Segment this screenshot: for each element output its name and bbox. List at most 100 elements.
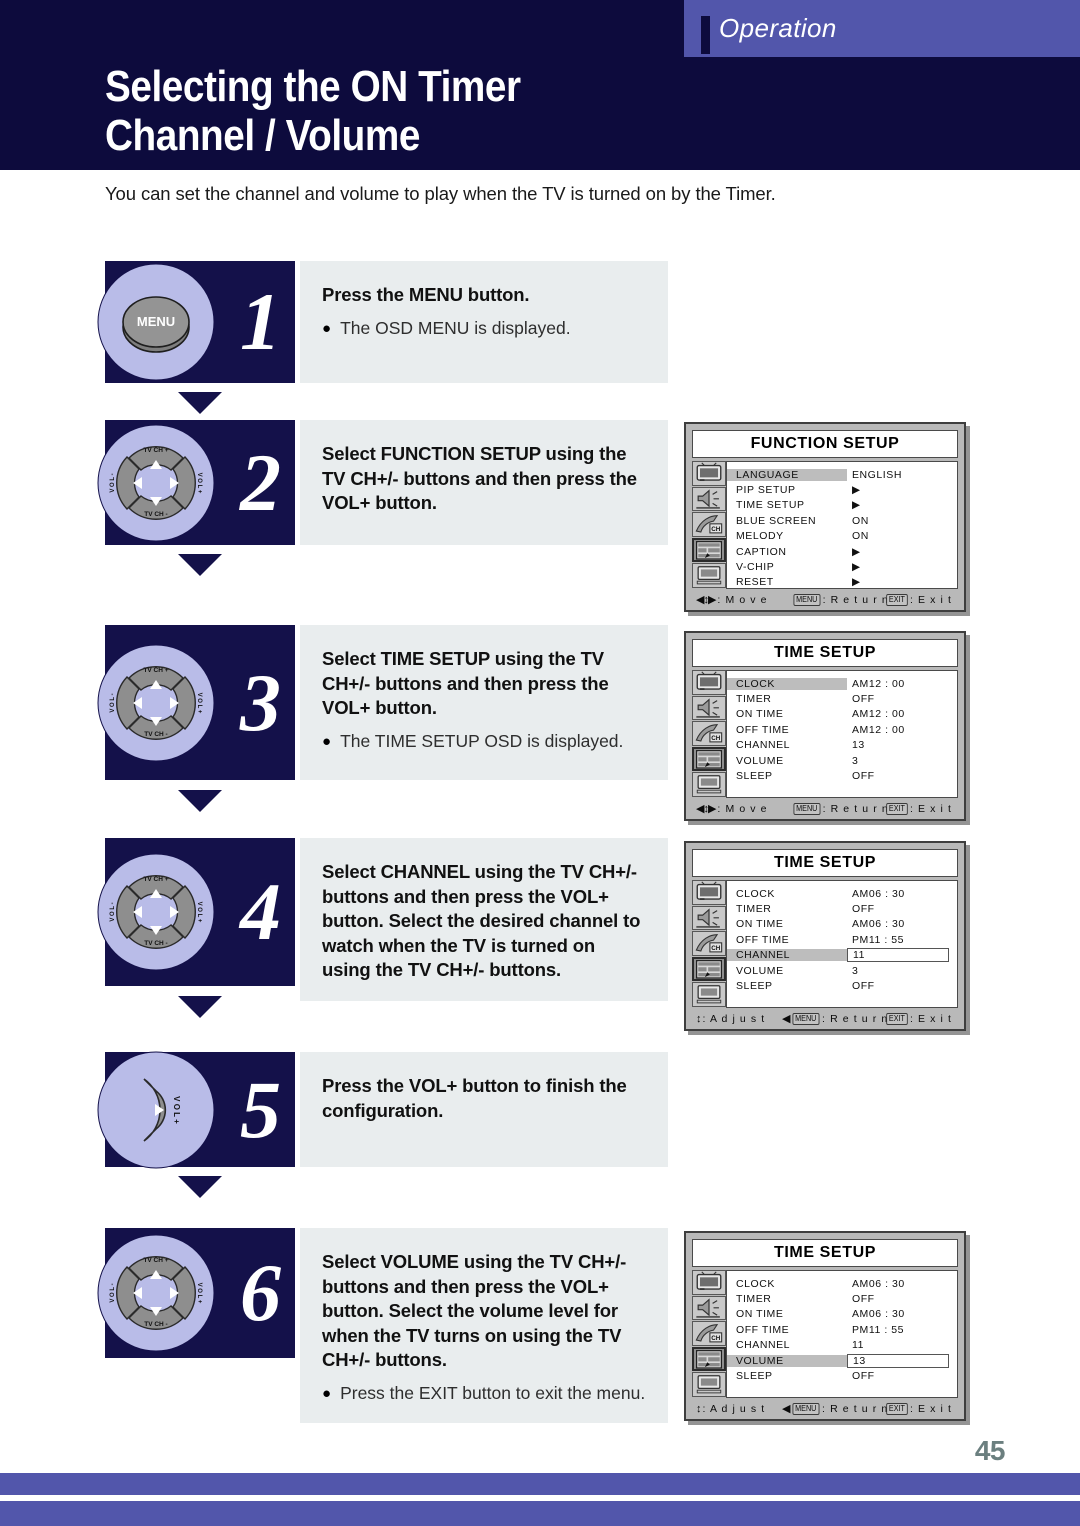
osd-row-value: ON [852,514,869,527]
function-setup-icon[interactable] [692,1346,726,1372]
osd-row-label: CLOCK [736,887,775,900]
step-badge-6: TV CH + TV CH - V O L - V O L + 6 [97,1228,295,1358]
antenna-channel-icon[interactable]: CH [692,1321,726,1346]
osd-row[interactable]: ON TIME AM06 : 30 [727,1307,957,1322]
osd-row[interactable]: OFF TIME AM12 : 00 [727,722,957,737]
osd-row[interactable]: CAPTION ▶ [727,544,957,559]
osd-row-label: CLOCK [736,1277,775,1290]
osd-row-label: OFF TIME [736,933,790,946]
osd-row[interactable]: VOLUME 3 [727,753,957,768]
dpad-knob-icon[interactable]: TV CH + TV CH - V O L - V O L + [97,644,215,762]
svg-text:TV CH -: TV CH - [144,1321,167,1328]
step-number-1: 1 [240,276,281,367]
speaker-sound-icon[interactable] [692,486,726,512]
monitor-special-icon[interactable] [692,563,726,588]
svg-text:V O L +: V O L + [196,902,202,923]
speaker-sound-icon[interactable] [692,905,726,931]
step-knob-1[interactable]: MENU [97,263,215,381]
osd-row[interactable]: SLEEP OFF [727,1368,957,1383]
osd-row[interactable]: TIME SETUP ▶ [727,498,957,513]
monitor-special-icon[interactable] [692,982,726,1007]
menu-button-knob-icon[interactable]: MENU [97,263,215,381]
step-knob-2[interactable]: TV CH + TV CH - V O L - V O L + [97,424,215,542]
vol-plus-knob-icon[interactable]: V O L + [97,1051,215,1169]
tv-picture-icon[interactable] [692,670,726,695]
osd-footer-move-label: : A d j u s t [702,1012,766,1025]
svg-text:V O L +: V O L + [172,1096,181,1124]
tv-picture-icon[interactable] [692,1270,726,1295]
step-number-3: 3 [240,656,281,748]
osd-row-label: OFF TIME [736,1323,790,1336]
flow-arrow-4 [178,996,222,1018]
osd-row[interactable]: RESET ▶ [727,575,957,590]
step-bullet: ● The OSD MENU is displayed. [322,317,648,340]
osd-row-value: ▶ [852,545,861,558]
function-setup-icon[interactable] [692,956,726,982]
antenna-channel-icon[interactable]: CH [692,512,726,537]
dpad-knob-icon[interactable]: TV CH + TV CH - V O L - V O L + [97,853,215,971]
osd-row[interactable]: CHANNEL 13 [727,738,957,753]
osd-row[interactable]: CHANNEL 11 [727,1338,957,1353]
step-knob-5[interactable]: V O L + [97,1051,215,1169]
osd-row[interactable]: OFF TIME PM11 : 55 [727,1322,957,1337]
osd-row[interactable]: OFF TIME PM11 : 55 [727,932,957,947]
osd-row[interactable]: TIMER OFF [727,691,957,706]
step-knob-3[interactable]: TV CH + TV CH - V O L - V O L + [97,644,215,762]
osd-footer-exit-label: : E x i t [910,1402,952,1415]
dpad-knob-icon[interactable]: TV CH + TV CH - V O L - V O L + [97,424,215,542]
osd-footer-return-label: : R e t u r n [822,593,889,606]
function-setup-icon[interactable] [692,746,726,772]
speaker-sound-icon[interactable] [692,1295,726,1321]
osd-row[interactable]: ON TIME AM12 : 00 [727,707,957,722]
footer-bar-upper [0,1473,1080,1495]
osd-footer-exit: EXIT : E x i t [885,1012,952,1025]
menu-keycap-icon: MENU [792,1012,820,1025]
osd-footer-move: ↕ : A d j u s t [696,1403,765,1415]
monitor-special-icon[interactable] [692,772,726,797]
osd-row[interactable]: VOLUME 13 [727,1353,957,1368]
osd-row[interactable]: CHANNEL 11 [727,948,957,963]
antenna-channel-icon[interactable]: CH [692,931,726,956]
svg-text:CH: CH [711,526,721,533]
svg-text:TV CH -: TV CH - [144,511,167,518]
osd-row-value: AM12 : 00 [852,723,905,736]
osd-row[interactable]: V-CHIP ▶ [727,559,957,574]
osd-row[interactable]: TIMER OFF [727,901,957,916]
step-bullet-text: The OSD MENU is displayed. [340,317,571,338]
osd-row[interactable]: BLUE SCREEN ON [727,513,957,528]
osd-row[interactable]: CLOCK AM12 : 00 [727,676,957,691]
osd-row-value: OFF [852,693,875,706]
osd-row-value: 13 [852,739,865,752]
osd-row[interactable]: SLEEP OFF [727,768,957,783]
osd-row[interactable]: TIMER OFF [727,1291,957,1306]
step-text-panel-6: Select VOLUME using the TV CH+/- buttons… [300,1228,668,1423]
monitor-special-icon[interactable] [692,1372,726,1397]
dpad-knob-icon[interactable]: TV CH + TV CH - V O L - V O L + [97,1234,215,1352]
step-badge-5: V O L + 5 [97,1051,295,1168]
svg-text:V O L -: V O L - [110,1283,116,1302]
osd-row[interactable]: CLOCK AM06 : 30 [727,1276,957,1291]
osd-footer: ↕ : A d j u s t ◀ MENU : R e t u r n EXI… [692,1010,958,1027]
osd-icon-rail: CH [692,670,726,798]
osd-row[interactable]: MELODY ON [727,529,957,544]
tv-picture-icon[interactable] [692,461,726,486]
osd-row[interactable]: ON TIME AM06 : 30 [727,917,957,932]
step-knob-6[interactable]: TV CH + TV CH - V O L - V O L + [97,1234,215,1352]
osd-row[interactable]: LANGUAGE ENGLISH [727,467,957,482]
step-knob-4[interactable]: TV CH + TV CH - V O L - V O L + [97,853,215,971]
osd-row-label: PIP SETUP [736,484,796,497]
osd-row-label: TIMER [736,693,772,706]
osd-row[interactable]: PIP SETUP ▶ [727,482,957,497]
tv-picture-icon[interactable] [692,880,726,905]
osd-row[interactable]: CLOCK AM06 : 30 [727,886,957,901]
page-title-line-1: Selecting the ON Timer [105,62,521,111]
osd-footer-return: ◀ MENU : R e t u r n [782,1402,888,1415]
osd-row[interactable]: VOLUME 3 [727,963,957,978]
step-text-panel-4: Select CHANNEL using the TV CH+/- button… [300,838,668,1001]
function-setup-icon[interactable] [692,537,726,563]
osd-row[interactable]: SLEEP OFF [727,978,957,993]
step-text-panel-1: Press the MENU button. ● The OSD MENU is… [300,261,668,383]
step-text-panel-3: Select TIME SETUP using the TV CH+/- but… [300,625,668,780]
speaker-sound-icon[interactable] [692,695,726,721]
antenna-channel-icon[interactable]: CH [692,721,726,746]
